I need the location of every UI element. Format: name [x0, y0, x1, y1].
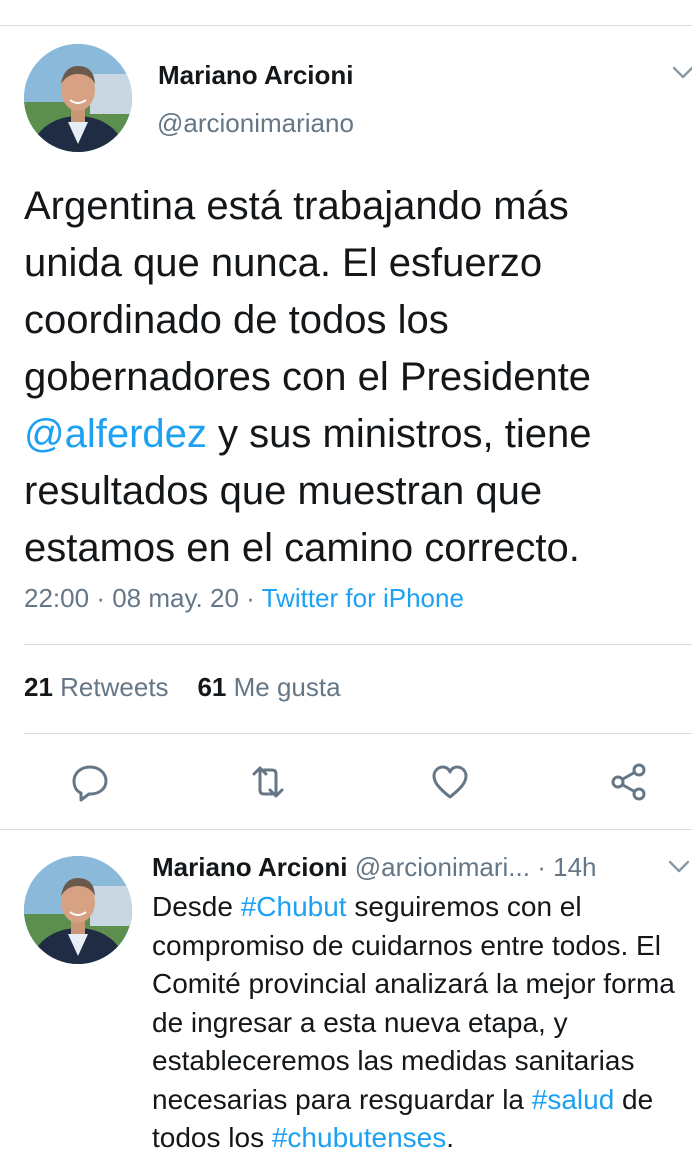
share-button[interactable]	[609, 762, 649, 802]
meta-separator: ·	[96, 583, 105, 613]
divider	[24, 733, 692, 734]
tweet-text-part: seguiremos con el compromiso de cuidarno…	[152, 891, 675, 1115]
hashtag-link[interactable]: #Chubut	[241, 891, 347, 922]
author-name[interactable]: Mariano Arcioni	[152, 852, 348, 882]
author-handle[interactable]: @arcionimariano	[157, 108, 354, 139]
retweets-count: 21	[24, 672, 53, 702]
likes-stat[interactable]: 61 Me gusta	[197, 672, 340, 702]
divider	[24, 644, 692, 645]
retweets-stat[interactable]: 21 Retweets	[24, 672, 169, 702]
author-handle[interactable]: @arcionimari...	[355, 852, 530, 882]
share-icon	[611, 763, 646, 801]
tweet-date: 08 may. 20	[112, 583, 239, 613]
tweet-text-part: Argentina está trabajando más unida que …	[24, 184, 592, 399]
reply-button[interactable]	[70, 762, 110, 802]
author-name[interactable]: Mariano Arcioni	[158, 60, 354, 91]
chevron-down-icon[interactable]	[668, 860, 690, 874]
author-avatar[interactable]	[24, 856, 132, 964]
retweet-icon	[252, 766, 284, 798]
tweet-text-part: .	[446, 1122, 454, 1153]
author-avatar[interactable]	[24, 44, 132, 152]
chevron-down-icon[interactable]	[672, 66, 692, 80]
meta-separator: ·	[246, 583, 255, 613]
likes-label: Me gusta	[233, 672, 341, 702]
hashtag-link[interactable]: #salud	[532, 1084, 615, 1115]
tweet-divider	[0, 829, 692, 830]
tweet-meta: 22:00 · 08 may. 20 · Twitter for iPhone	[24, 583, 464, 614]
tweet-source-link[interactable]: Twitter for iPhone	[262, 583, 464, 613]
top-divider	[0, 25, 692, 26]
tweet-text-part: Desde	[152, 891, 241, 922]
tweet-time: 22:00	[24, 583, 90, 613]
like-button[interactable]	[430, 762, 470, 802]
tweet-text: Argentina está trabajando más unida que …	[24, 178, 674, 577]
retweet-button[interactable]	[248, 762, 288, 802]
tweet-stats: 21 Retweets 61 Me gusta	[24, 672, 341, 703]
reply-icon	[72, 765, 108, 802]
tweet-time-ago[interactable]: 14h	[553, 852, 596, 882]
header-separator: ·	[537, 852, 546, 882]
retweets-label: Retweets	[60, 672, 169, 702]
like-icon	[432, 765, 468, 799]
tweet-text: Desde #Chubut seguiremos con el compromi…	[152, 888, 687, 1158]
tweet-header: Mariano Arcioni @arcionimari... · 14h	[152, 852, 692, 883]
mention-link[interactable]: @alferdez	[24, 412, 207, 456]
likes-count: 61	[197, 672, 227, 702]
hashtag-link[interactable]: #chubutenses	[272, 1122, 446, 1153]
